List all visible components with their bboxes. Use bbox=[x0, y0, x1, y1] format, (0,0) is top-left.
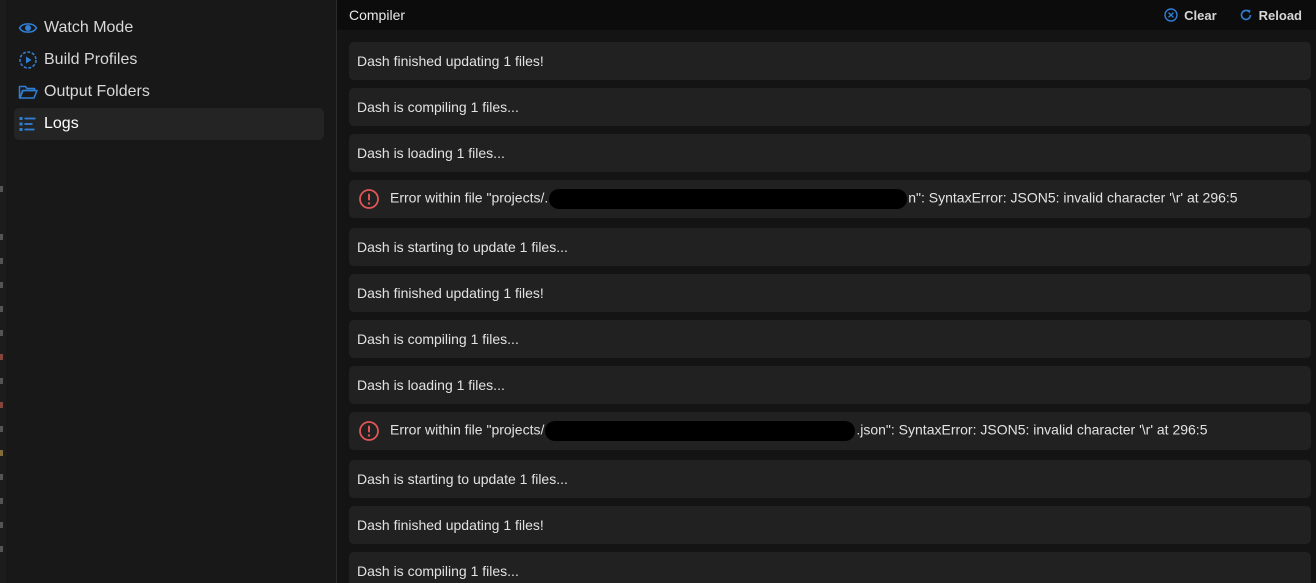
log-entry: Dash is loading 1 files... bbox=[349, 366, 1311, 404]
log-text: Dash finished updating 1 files! bbox=[357, 285, 544, 301]
app-window: Watch Mode Build Profiles Output Folders bbox=[0, 0, 1316, 583]
log-text: Dash is starting to update 1 files... bbox=[357, 471, 568, 487]
sidebar-item-build-profiles[interactable]: Build Profiles bbox=[14, 44, 324, 76]
log-text: Dash is compiling 1 files... bbox=[357, 99, 519, 115]
list-icon bbox=[18, 114, 38, 134]
sidebar-item-watch-mode[interactable]: Watch Mode bbox=[14, 12, 324, 44]
log-entry: Dash is compiling 1 files... bbox=[349, 88, 1311, 126]
log-entry: Dash is loading 1 files... bbox=[349, 134, 1311, 172]
header-bar: Compiler Clear Reload bbox=[337, 0, 1316, 30]
log-entry: Dash is starting to update 1 files... bbox=[349, 228, 1311, 266]
log-entry: Dash finished updating 1 files! bbox=[349, 506, 1311, 544]
close-circle-icon bbox=[1164, 8, 1178, 22]
log-text: Dash is compiling 1 files... bbox=[357, 331, 519, 347]
log-text: Dash is loading 1 files... bbox=[357, 377, 505, 393]
log-entry: Dash finished updating 1 files! bbox=[349, 274, 1311, 312]
header-actions: Clear Reload bbox=[1164, 0, 1302, 30]
reload-icon bbox=[1239, 8, 1253, 22]
clear-button-label: Clear bbox=[1184, 7, 1217, 23]
log-text: Error within file "projects/ .json": Synt… bbox=[390, 421, 1208, 441]
sidebar: Watch Mode Build Profiles Output Folders bbox=[6, 0, 337, 583]
log-text: Error within file "projects/. n": SyntaxE… bbox=[390, 189, 1238, 209]
clear-button[interactable]: Clear bbox=[1164, 8, 1217, 23]
log-text: Dash finished updating 1 files! bbox=[357, 517, 544, 533]
error-prefix: Error within file "projects/ bbox=[390, 421, 545, 438]
sidebar-item-label: Watch Mode bbox=[44, 19, 134, 36]
play-circle-icon bbox=[18, 50, 38, 70]
main-panel: Compiler Clear Reload Dash finished upda… bbox=[337, 0, 1316, 583]
sidebar-item-output-folders[interactable]: Output Folders bbox=[14, 76, 324, 108]
log-entry: Dash is starting to update 1 files... bbox=[349, 460, 1311, 498]
log-text: Dash is compiling 1 files... bbox=[357, 563, 519, 579]
redacted-path bbox=[545, 421, 856, 441]
log-entry: Dash is compiling 1 files... bbox=[349, 552, 1311, 583]
error-prefix: Error within file "projects/. bbox=[390, 189, 549, 206]
reload-button-label: Reload bbox=[1258, 7, 1302, 23]
log-entry-error: Error within file "projects/ .json": Synt… bbox=[349, 412, 1311, 450]
sidebar-item-logs[interactable]: Logs bbox=[14, 108, 324, 140]
error-icon bbox=[358, 188, 380, 210]
log-entry: Dash finished updating 1 files! bbox=[349, 42, 1311, 80]
sidebar-item-label: Output Folders bbox=[44, 83, 150, 100]
log-text: Dash is starting to update 1 files... bbox=[357, 239, 568, 255]
redacted-path bbox=[549, 189, 908, 209]
log-entry: Dash is compiling 1 files... bbox=[349, 320, 1311, 358]
sidebar-item-label: Logs bbox=[44, 115, 79, 132]
log-entry-error: Error within file "projects/. n": SyntaxE… bbox=[349, 180, 1311, 218]
error-icon bbox=[358, 420, 380, 442]
reload-button[interactable]: Reload bbox=[1239, 8, 1302, 23]
error-suffix: n": SyntaxError: JSON5: invalid characte… bbox=[908, 189, 1238, 206]
eye-icon bbox=[18, 18, 38, 38]
log-text: Dash is loading 1 files... bbox=[357, 145, 505, 161]
panel-title: Compiler bbox=[349, 7, 406, 23]
log-text: Dash finished updating 1 files! bbox=[357, 53, 544, 69]
error-suffix: .json": SyntaxError: JSON5: invalid char… bbox=[856, 421, 1208, 438]
sidebar-item-label: Build Profiles bbox=[44, 51, 138, 68]
folder-open-icon bbox=[18, 82, 38, 102]
